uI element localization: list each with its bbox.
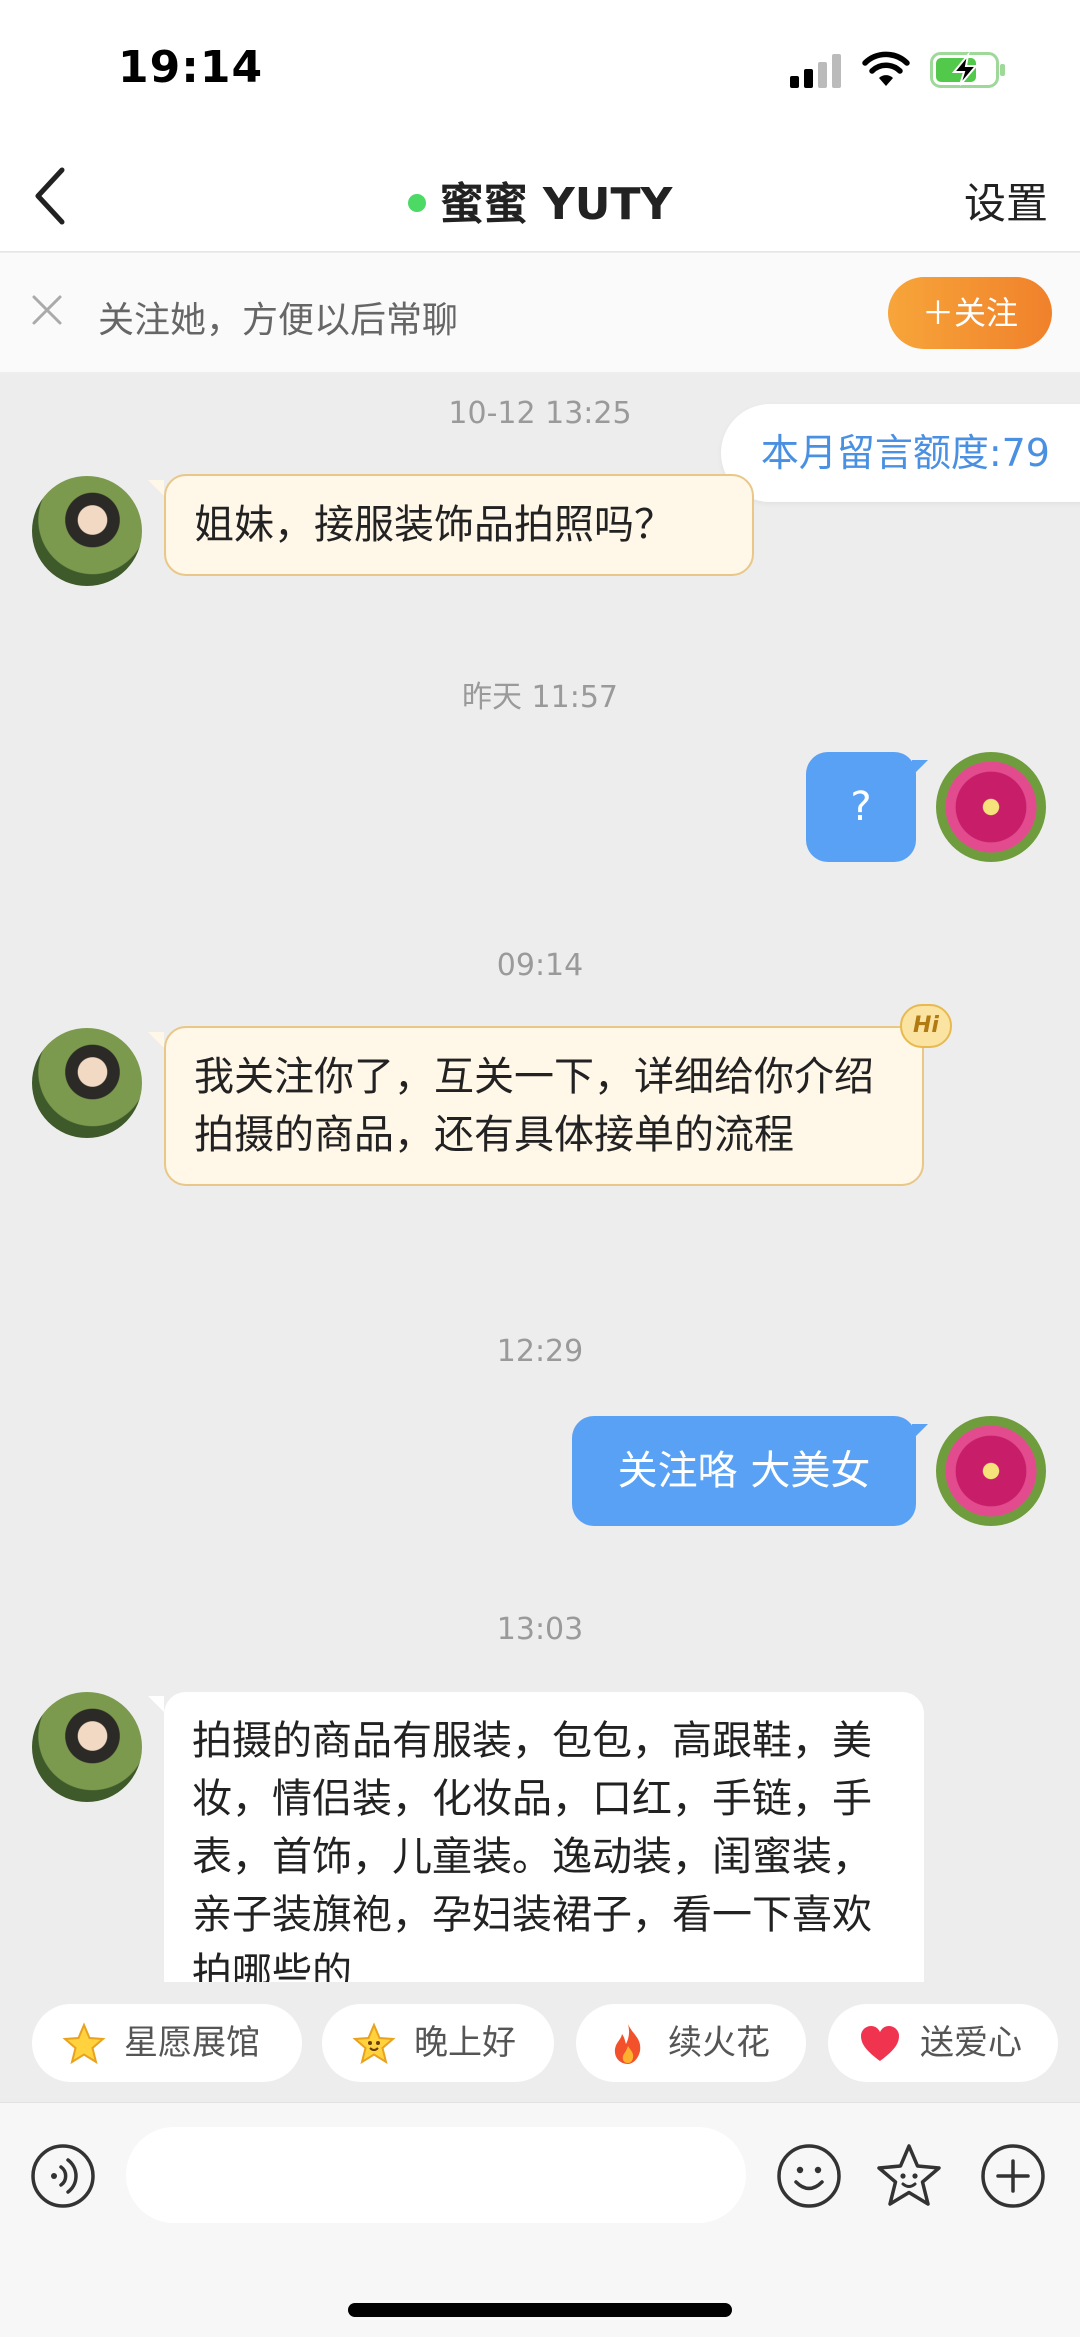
chip-send-heart[interactable]: 送爱心 — [828, 2004, 1058, 2082]
my-avatar[interactable] — [936, 752, 1046, 862]
outgoing-message[interactable]: ? — [806, 752, 916, 862]
outgoing-message[interactable]: 关注咯 大美女 — [572, 1416, 916, 1526]
bubble-tail — [912, 1424, 928, 1440]
battery-charging-icon — [930, 52, 1005, 88]
contact-avatar[interactable] — [32, 476, 142, 586]
chat-header: 蜜蜜 YUTY 设置 — [0, 140, 1080, 252]
wifi-icon — [862, 51, 910, 86]
bubble-tail — [912, 760, 928, 776]
star-icon — [62, 2022, 106, 2065]
bubble-tail — [148, 480, 164, 496]
contact-avatar[interactable] — [32, 1028, 142, 1138]
chat-title: 蜜蜜 YUTY — [0, 168, 1080, 232]
fire-icon — [614, 2024, 641, 2064]
chip-good-evening[interactable]: 晚上好 — [322, 2004, 554, 2082]
close-icon[interactable] — [30, 293, 64, 327]
signal-icon — [790, 54, 841, 88]
chip-label: 续火花 — [668, 2023, 770, 2063]
message-timestamp: 13:03 — [496, 1612, 584, 1647]
message-timestamp: 昨天 11:57 — [462, 680, 618, 715]
bubble-tail — [148, 1696, 164, 1712]
my-avatar[interactable] — [936, 1416, 1046, 1526]
chip-label: 送爱心 — [920, 2023, 1022, 2063]
quick-action-bar: 星愿展馆 晚上好 续火花 送爱心 — [0, 1982, 1080, 2102]
chip-star-gallery[interactable]: 星愿展馆 — [32, 2004, 302, 2082]
plus-icon[interactable] — [980, 2143, 1046, 2209]
chip-label: 星愿展馆 — [124, 2023, 260, 2063]
star-outline-icon[interactable] — [874, 2141, 944, 2211]
status-bar: 19:14 — [0, 0, 1080, 140]
follow-prompt: 关注她，方便以后常聊 — [98, 300, 459, 341]
voice-icon[interactable] — [30, 2143, 96, 2209]
incoming-message[interactable]: 我关注你了，互关一下，详细给你介绍拍摄的商品，还有具体接单的流程 — [164, 1026, 924, 1186]
incoming-message[interactable]: 姐妹，接服装饰品拍照吗？ — [164, 474, 754, 576]
message-input-bar — [0, 2102, 1080, 2337]
chip-keep-streak[interactable]: 续火花 — [576, 2004, 806, 2082]
settings-button[interactable]: 设置 — [964, 170, 1048, 231]
status-time: 19:14 — [118, 42, 264, 93]
message-timestamp: 10-12 13:25 — [448, 396, 632, 431]
message-input[interactable] — [126, 2127, 746, 2223]
home-indicator — [348, 2303, 732, 2317]
contact-name: 蜜蜜 YUTY — [439, 179, 673, 230]
online-status-dot — [407, 194, 426, 212]
chip-label: 晚上好 — [414, 2023, 516, 2063]
heart-icon — [861, 2026, 899, 2061]
smiling-star-icon — [352, 2022, 396, 2065]
message-timestamp: 09:14 — [496, 948, 584, 983]
contact-avatar[interactable] — [32, 1692, 142, 1802]
follow-banner: 关注她，方便以后常聊 ＋关注 — [0, 253, 1080, 373]
emoji-icon[interactable] — [776, 2143, 842, 2209]
hi-badge-icon: Hi — [900, 1004, 952, 1048]
bubble-tail — [148, 1032, 164, 1048]
message-list[interactable]: 本月留言额度:79 10-12 13:25 姐妹，接服装饰品拍照吗？ 昨天 11… — [0, 374, 1080, 1982]
incoming-message[interactable]: 拍摄的商品有服装，包包，高跟鞋，美妆，情侣装，化妆品，口红，手链，手表，首饰，儿… — [164, 1692, 924, 1982]
follow-button[interactable]: ＋关注 — [888, 277, 1052, 349]
message-timestamp: 12:29 — [496, 1334, 584, 1369]
